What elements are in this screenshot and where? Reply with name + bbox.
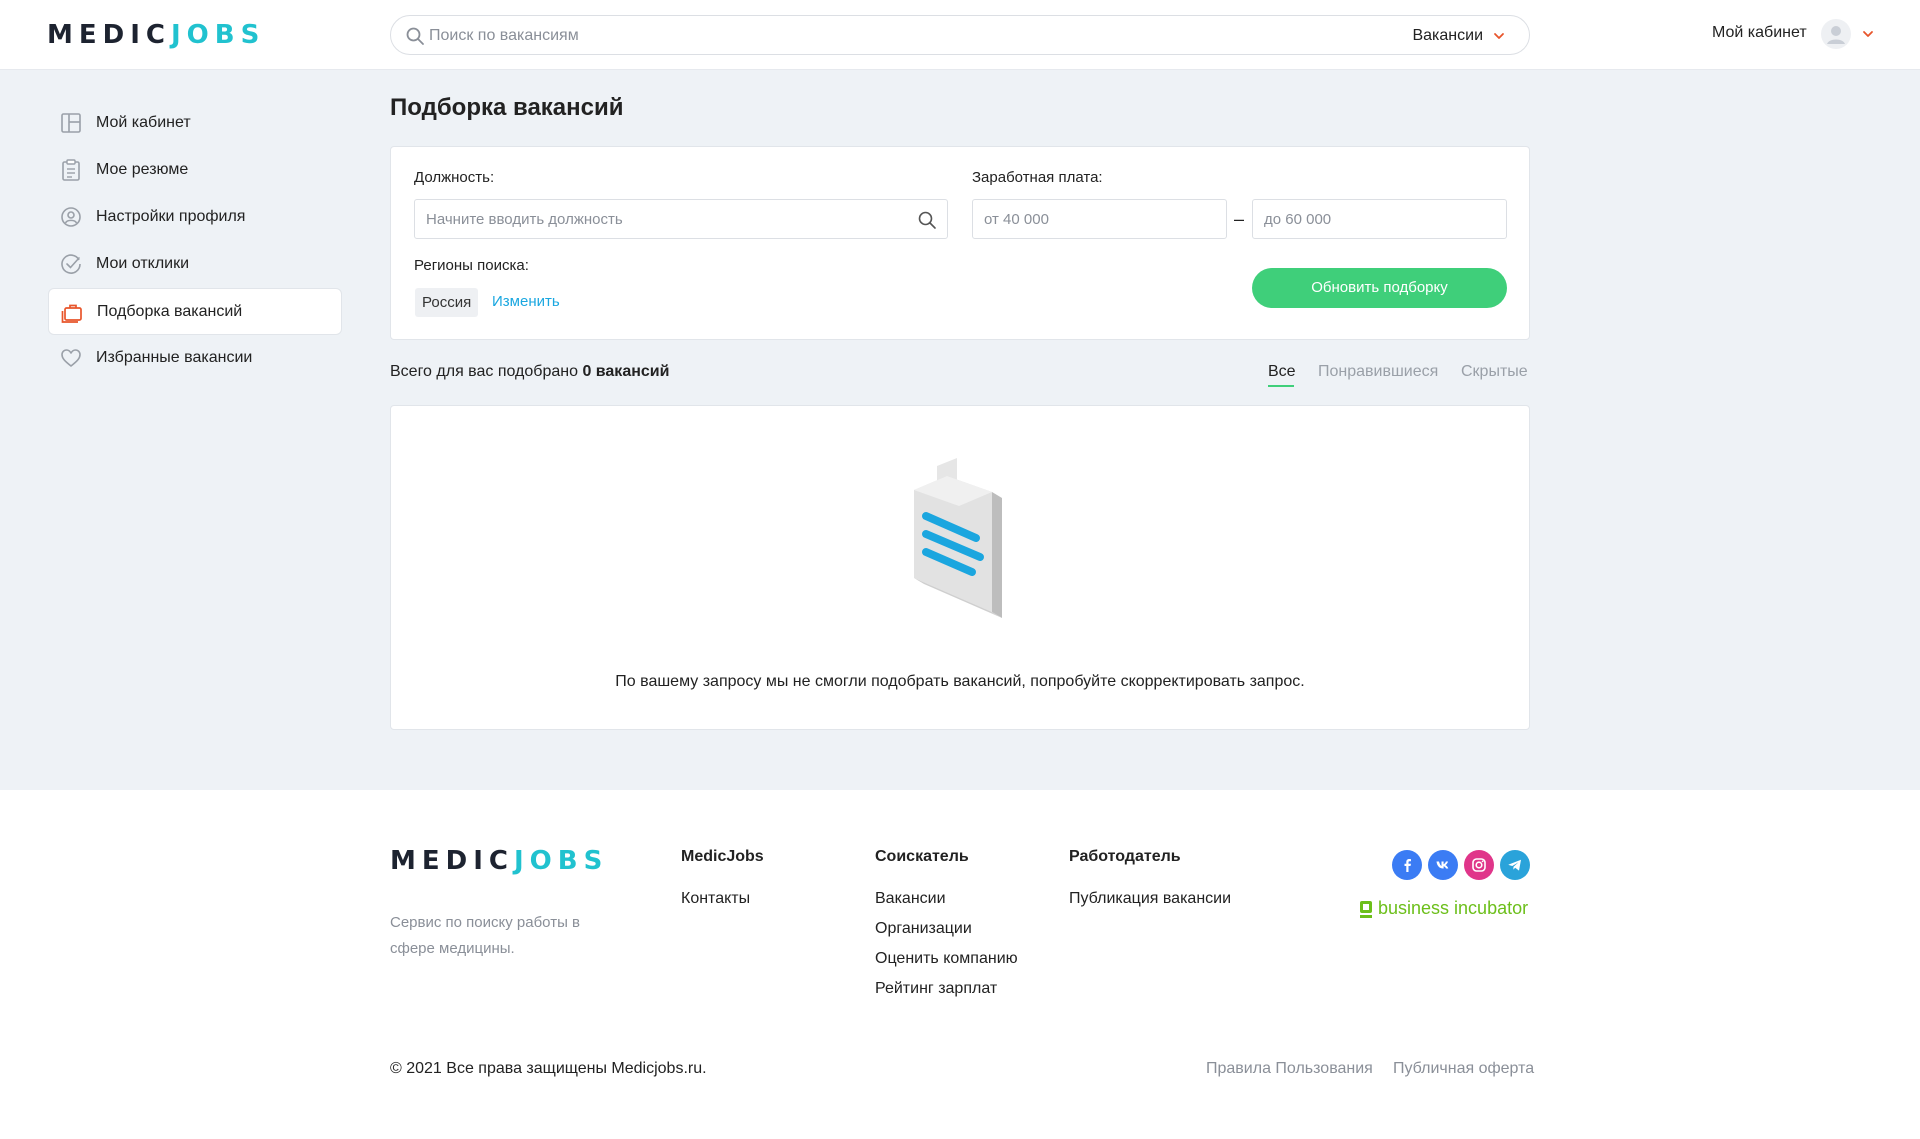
active-tab-indicator	[1268, 385, 1294, 387]
region-chip: Россия	[415, 288, 479, 317]
salary-from-placeholder: от 40 000	[984, 211, 1049, 228]
incubator-mark-icon	[1360, 901, 1372, 918]
vk-icon	[1436, 861, 1449, 869]
salary-to-placeholder: до 60 000	[1264, 211, 1332, 228]
dashboard-icon	[61, 113, 81, 133]
facebook-link[interactable]	[1392, 850, 1422, 880]
sidebar-item-label: Мой кабинет	[96, 114, 191, 131]
sidebar-item-dashboard[interactable]: Мой кабинет	[48, 100, 342, 147]
sidebar-item-resume[interactable]: Мое резюме	[48, 147, 342, 194]
account-menu-label[interactable]: Мой кабинет	[1712, 24, 1807, 42]
sidebar-item-favorites[interactable]: Избранные вакансии	[48, 335, 342, 382]
chevron-down-icon[interactable]	[1493, 30, 1505, 42]
instagram-icon	[1472, 858, 1486, 872]
sidebar-item-vacancy-selection[interactable]: Подборка вакансий	[48, 288, 342, 335]
footer-link-vacancies[interactable]: Вакансии	[875, 890, 946, 908]
search-category-select[interactable]: Вакансии	[1412, 27, 1483, 45]
avatar[interactable]	[1821, 19, 1851, 49]
empty-results-message: По вашему запросу мы не смогли подобрать…	[615, 673, 1305, 690]
search-input[interactable]: Поиск по вакансиям	[429, 27, 579, 45]
results-count: 0 вакансий	[582, 363, 670, 380]
user-circle-icon	[61, 207, 81, 227]
footer-link-rate-company[interactable]: Оценить компанию	[875, 950, 1018, 968]
tab-all[interactable]: Все	[1268, 363, 1296, 381]
sidebar-item-label: Мое резюме	[96, 161, 189, 178]
sidebar-item-responses[interactable]: Мои отклики	[48, 241, 342, 288]
position-placeholder: Начните вводить должность	[426, 211, 623, 228]
sidebar-item-label: Подборка вакансий	[97, 303, 243, 320]
search-icon	[406, 27, 424, 45]
terms-of-use-link[interactable]: Правила Пользования	[1206, 1060, 1373, 1078]
footer: MEDICJOBS Сервис по поиску работы в сфер…	[0, 790, 1920, 1139]
salary-from-input[interactable]: от 40 000	[972, 199, 1227, 239]
results-summary-prefix: Всего для вас подобрано	[390, 363, 583, 380]
copyright: © 2021 Все права защищены Medicjobs.ru.	[390, 1060, 707, 1077]
chevron-down-icon[interactable]	[1862, 28, 1874, 40]
instagram-link[interactable]	[1464, 850, 1494, 880]
filter-panel: Должность: Начните вводить должность Зар…	[390, 146, 1530, 340]
footer-link-contacts[interactable]: Контакты	[681, 890, 750, 908]
footer-link-salary-rating[interactable]: Рейтинг зарплат	[875, 980, 997, 998]
top-header: MEDICJOBS Поиск по вакансиям Вакансии Мо…	[0, 0, 1920, 70]
telegram-link[interactable]	[1500, 850, 1530, 880]
facebook-icon	[1404, 859, 1411, 872]
sidebar-item-profile-settings[interactable]: Настройки профиля	[48, 194, 342, 241]
public-offer-link[interactable]: Публичная оферта	[1393, 1060, 1534, 1078]
results-summary: Всего для вас подобрано 0 вакансий	[390, 363, 669, 381]
site-logo[interactable]: MEDICJOBS	[47, 21, 265, 49]
change-regions-link[interactable]: Изменить	[492, 293, 560, 310]
empty-document-illustration	[914, 458, 1002, 618]
page-title: Подборка вакансий	[390, 94, 624, 121]
sidebar-item-label: Избранные вакансии	[96, 349, 253, 366]
sidebar-item-label: Мои отклики	[96, 255, 190, 272]
sidebar-nav: Мой кабинет Мое резюме Настройки профиля	[48, 100, 342, 382]
vk-link[interactable]	[1428, 850, 1458, 880]
telegram-icon	[1508, 859, 1521, 871]
footer-link-publish-vacancy[interactable]: Публикация вакансии	[1069, 890, 1231, 908]
main-area: Мой кабинет Мое резюме Настройки профиля	[0, 70, 1920, 790]
footer-column-title: Работодатель	[1069, 848, 1181, 865]
footer-description: Сервис по поиску работы в сфере медицины…	[390, 914, 580, 957]
regions-label: Регионы поиска:	[414, 257, 529, 274]
position-input[interactable]: Начните вводить должность	[414, 199, 948, 239]
salary-label: Заработная плата:	[972, 169, 1103, 186]
results-panel: По вашему запросу мы не смогли подобрать…	[390, 405, 1530, 730]
footer-link-organizations[interactable]: Организации	[875, 920, 972, 938]
update-selection-button[interactable]: Обновить подборку	[1252, 268, 1507, 308]
sidebar-item-label: Настройки профиля	[96, 208, 246, 225]
salary-to-input[interactable]: до 60 000	[1252, 199, 1507, 239]
check-circle-icon	[61, 254, 81, 274]
incubator-label: business incubator	[1378, 898, 1529, 918]
tab-hidden[interactable]: Скрытые	[1461, 363, 1528, 381]
tab-liked[interactable]: Понравившиеся	[1318, 363, 1438, 381]
footer-logo[interactable]: MEDICJOBS	[390, 846, 608, 876]
heart-icon	[61, 349, 81, 367]
clipboard-icon	[62, 159, 80, 181]
briefcase-icon	[61, 304, 82, 323]
footer-column-title: Соискатель	[875, 848, 969, 865]
search-icon[interactable]	[917, 210, 937, 230]
footer-column-title: MedicJobs	[681, 848, 764, 865]
position-label: Должность:	[414, 169, 495, 186]
salary-range-dash: –	[1234, 209, 1245, 229]
search-bar[interactable]: Поиск по вакансиям Вакансии	[390, 15, 1530, 55]
